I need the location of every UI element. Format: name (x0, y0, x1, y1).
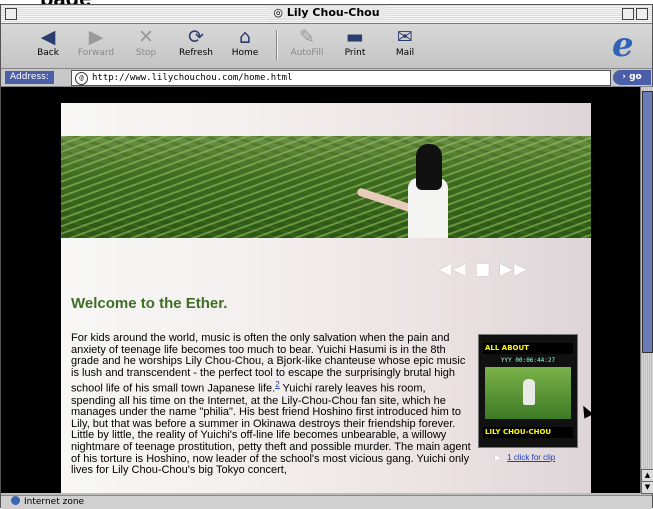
address-url: http://www.lilychouchou.com/home.html (92, 73, 293, 83)
vertical-scrollbar[interactable]: ▲ ▼ (640, 87, 653, 494)
go-button[interactable]: › go (613, 70, 651, 85)
video-clip-thumbnail[interactable]: ALL ABOUT YYY 00:06:44:27 LILY CHOU-CHOU (478, 334, 578, 448)
scroll-down-arrow-icon[interactable]: ▼ (641, 481, 653, 494)
title-bar[interactable]: ◎ Lily Chou-Chou (1, 5, 652, 24)
thumb-timestamp: YYY 00:06:44:27 (500, 357, 556, 364)
thumb-image (485, 367, 571, 419)
clip-link[interactable]: ▶ 1 click for clip (495, 453, 555, 462)
close-box[interactable] (5, 8, 17, 20)
status-zone: Internet zone (24, 497, 85, 507)
stop-x-icon: ✕ (138, 26, 154, 48)
forward-button[interactable]: ▶ Forward (71, 26, 121, 58)
refresh-button[interactable]: ⟳ Refresh (171, 26, 221, 58)
refresh-icon: ⟳ (188, 26, 204, 48)
toolbar: ◀ Back ▶ Forward ✕ Stop ⟳ Refresh ⌂ Home… (1, 24, 652, 69)
address-input[interactable]: @ http://www.lilychouchou.com/home.html (71, 70, 611, 86)
collapse-box[interactable] (636, 8, 648, 20)
web-page: ◀◀ ■ ▶▶ Welcome to the Ether. For kids a… (61, 103, 591, 493)
mail-envelope-icon: ✉ (397, 26, 413, 48)
address-label: Address: (5, 71, 54, 84)
back-button[interactable]: ◀ Back (23, 26, 73, 58)
stop-button[interactable]: ✕ Stop (121, 26, 171, 58)
autofill-button[interactable]: ✎ AutoFill (282, 26, 332, 58)
thumb-caption: LILY CHOU-CHOU (483, 427, 573, 438)
intro-paragraph: For kids around the world, music is ofte… (71, 332, 471, 477)
window-title: ◎ Lily Chou-Chou (267, 6, 386, 19)
girl-in-field-figure (356, 144, 456, 238)
page-heading: Welcome to the Ether. (71, 295, 228, 312)
print-button[interactable]: ▬ Print (330, 26, 380, 58)
browser-window: ◎ Lily Chou-Chou ◀ Back ▶ Forward ✕ Stop… (0, 4, 653, 509)
banner-image (61, 136, 591, 238)
slideshow-controls[interactable]: ◀◀ ■ ▶▶ (439, 259, 528, 278)
zoom-box[interactable] (622, 8, 634, 20)
thumb-title: ALL ABOUT (483, 343, 573, 354)
content-viewport: ◀◀ ■ ▶▶ Welcome to the Ether. For kids a… (1, 87, 640, 493)
autofill-pen-icon: ✎ (299, 26, 315, 48)
scrollbar-thumb[interactable] (642, 91, 653, 353)
home-button[interactable]: ⌂ Home (220, 26, 270, 58)
status-bar: Internet zone (1, 495, 652, 509)
mail-button[interactable]: ✉ Mail (380, 26, 430, 58)
forward-arrow-icon: ▶ (88, 26, 104, 48)
play-triangle-icon: ▶ (495, 453, 502, 462)
internet-explorer-logo-icon: e (612, 25, 634, 65)
printer-icon: ▬ (346, 26, 364, 48)
address-bar: Address: @ http://www.lilychouchou.com/ho… (1, 69, 652, 87)
back-arrow-icon: ◀ (40, 26, 56, 48)
page-globe-icon: @ (75, 72, 88, 85)
toolbar-separator (276, 30, 278, 60)
internet-zone-globe-icon (11, 496, 20, 505)
home-icon: ⌂ (238, 26, 252, 48)
